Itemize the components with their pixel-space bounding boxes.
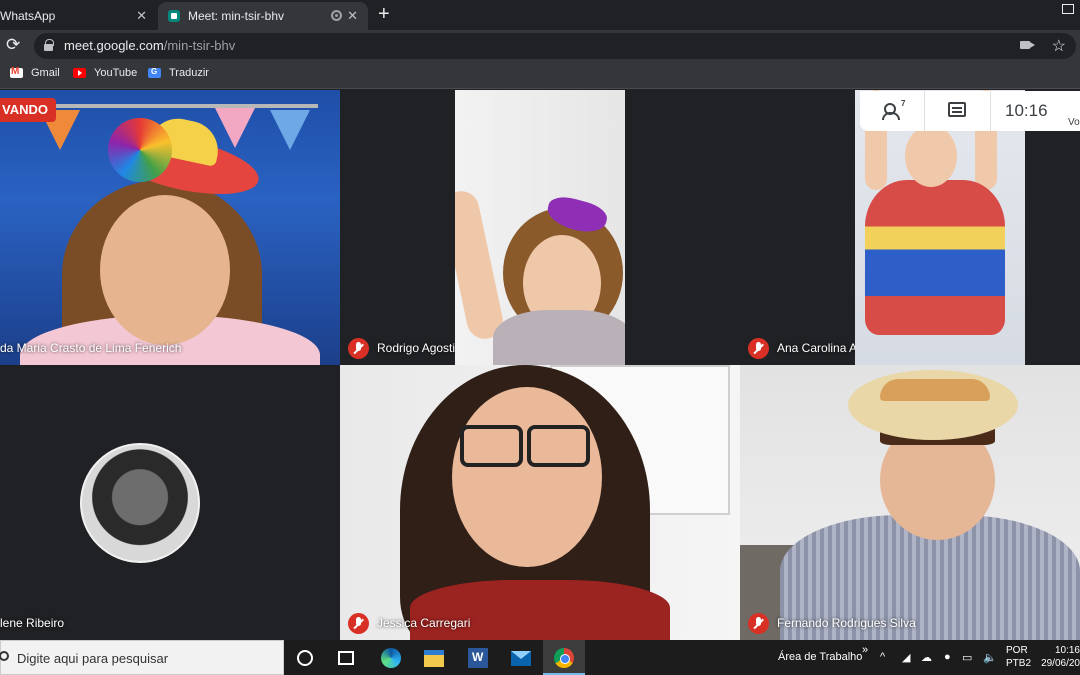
meet-video-grid: VANDO da Maria Crasto de Lima Fenerich R… — [0, 90, 1080, 640]
cortana-icon[interactable] — [297, 650, 313, 666]
bookmarks-bar: Gmail YouTube Traduzir — [0, 61, 1080, 89]
close-icon[interactable]: ✕ — [347, 8, 358, 24]
bookmark-label: Gmail — [31, 67, 60, 79]
self-view-label: Vo — [1068, 117, 1080, 128]
edge-icon[interactable] — [381, 648, 401, 668]
participant-name: lene Ribeiro — [0, 616, 65, 630]
participant-video — [452, 387, 602, 567]
chevron-icon[interactable]: » — [862, 644, 868, 656]
participant-video — [455, 187, 507, 343]
participant-video — [100, 195, 230, 345]
participant-name: Rodrigo Agostini — [377, 341, 465, 355]
participant-name: Fernando Rodrigues Silva — [777, 616, 916, 630]
participant-tile[interactable] — [455, 90, 625, 365]
participant-tile[interactable]: VANDO da Maria Crasto de Lima Fenerich — [0, 90, 340, 365]
bookmark-traduzir[interactable]: Traduzir — [148, 67, 209, 79]
decoration-rack — [28, 104, 318, 108]
star-icon[interactable]: ☆ — [1052, 36, 1066, 56]
tab-whatsapp[interactable]: WhatsApp ✕ — [0, 2, 157, 30]
bookmark-label: Traduzir — [169, 67, 209, 79]
camera-icon[interactable] — [1020, 41, 1035, 49]
language-indicator[interactable]: POR PTB2 — [1006, 644, 1031, 670]
bookmark-gmail[interactable]: Gmail — [10, 66, 60, 79]
volume-icon[interactable]: 🔈 — [983, 651, 997, 664]
cloud-icon[interactable]: ☁ — [921, 651, 932, 664]
battery-icon[interactable]: ▭ — [962, 651, 972, 664]
mic-off-icon — [748, 613, 769, 634]
meet-top-panel: 7 10:16 Vo — [860, 91, 1080, 131]
clock-time: 10:16 — [1054, 645, 1080, 656]
participant-tile[interactable]: Fernando Rodrigues Silva — [740, 365, 1080, 640]
participant-video — [865, 180, 1005, 335]
participant-tile[interactable] — [855, 90, 1025, 365]
desktop-toolbar-label[interactable]: Área de Trabalho — [778, 651, 862, 663]
keyboard-layout: PTB2 — [1006, 658, 1032, 669]
windows-taskbar: Digite aqui para pesquisar Área de Traba… — [0, 640, 1080, 675]
bookmark-label: YouTube — [94, 67, 138, 79]
search-icon — [0, 651, 9, 661]
tab-meet[interactable]: Meet: min-tsir-bhv ✕ — [158, 2, 368, 30]
tab-whatsapp-label: WhatsApp — [0, 9, 56, 23]
clock-date: 29/06/20 — [1041, 658, 1080, 669]
url-path: /min-tsir-bhv — [163, 38, 236, 53]
participant-tile[interactable]: Jessica Carregari — [340, 365, 740, 640]
address-bar[interactable]: meet.google.com/min-tsir-bhv ☆ — [34, 33, 1076, 59]
participant-tile-gap: Rodrigo Agostini — [340, 90, 464, 365]
url-text: meet.google.com/min-tsir-bhv — [64, 38, 235, 53]
word-icon[interactable] — [468, 648, 488, 668]
task-view-icon[interactable] — [338, 651, 354, 665]
participant-count: 7 — [901, 99, 906, 108]
avatar — [80, 443, 200, 563]
network-icon[interactable]: ◢ — [902, 651, 910, 664]
participant-video — [460, 425, 590, 467]
bookmark-youtube[interactable]: YouTube — [73, 67, 137, 79]
chrome-icon[interactable] — [554, 648, 574, 668]
participant-video — [905, 125, 957, 187]
close-icon[interactable]: ✕ — [136, 8, 147, 24]
participant-video — [108, 118, 172, 182]
url-host: meet.google.com — [64, 38, 164, 53]
participant-video — [410, 580, 670, 640]
new-tab-button[interactable]: + — [378, 3, 390, 26]
mail-icon[interactable] — [511, 651, 531, 666]
system-clock[interactable]: 10:16 29/06/20 — [1038, 644, 1080, 670]
file-explorer-icon[interactable] — [424, 650, 444, 667]
recording-indicator-icon — [331, 10, 342, 21]
restore-window-icon[interactable] — [1062, 4, 1074, 14]
chevron-up-icon[interactable]: ^ — [880, 651, 885, 663]
participant-video — [880, 379, 990, 401]
search-placeholder: Digite aqui para pesquisar — [17, 651, 169, 666]
festa-flag — [215, 108, 255, 148]
participant-name: da Maria Crasto de Lima Fenerich — [0, 341, 182, 355]
reload-icon[interactable]: ⟳ — [6, 35, 20, 55]
tab-meet-label: Meet: min-tsir-bhv — [188, 9, 285, 23]
divider — [924, 91, 925, 131]
festa-flag — [270, 110, 310, 150]
participant-name: Jessica Carregari — [377, 616, 471, 630]
participant-tile-gap: Ana Carolina Almeida Cordeiro — [740, 90, 942, 365]
mic-off-icon — [348, 613, 369, 634]
microphone-icon[interactable]: ● — [944, 651, 951, 663]
participant-video — [493, 310, 625, 365]
browser-toolbar: ⟳ meet.google.com/min-tsir-bhv ☆ — [0, 30, 1080, 61]
chat-icon[interactable] — [948, 102, 966, 117]
meet-favicon-icon — [168, 10, 180, 22]
meeting-clock: 10:16 — [1005, 101, 1048, 120]
language-code: POR — [1006, 645, 1028, 656]
gmail-icon — [10, 66, 23, 78]
participant-tile[interactable]: lene Ribeiro — [0, 365, 340, 640]
lock-icon[interactable] — [44, 39, 54, 51]
translate-icon — [148, 67, 161, 78]
recording-badge: VANDO — [0, 98, 56, 122]
taskbar-search[interactable]: Digite aqui para pesquisar — [0, 640, 284, 675]
tab-strip: WhatsApp ✕ Meet: min-tsir-bhv ✕ + — [0, 0, 1080, 30]
mic-off-icon — [748, 338, 769, 359]
youtube-icon — [73, 68, 86, 78]
mic-off-icon — [348, 338, 369, 359]
divider — [990, 91, 991, 131]
